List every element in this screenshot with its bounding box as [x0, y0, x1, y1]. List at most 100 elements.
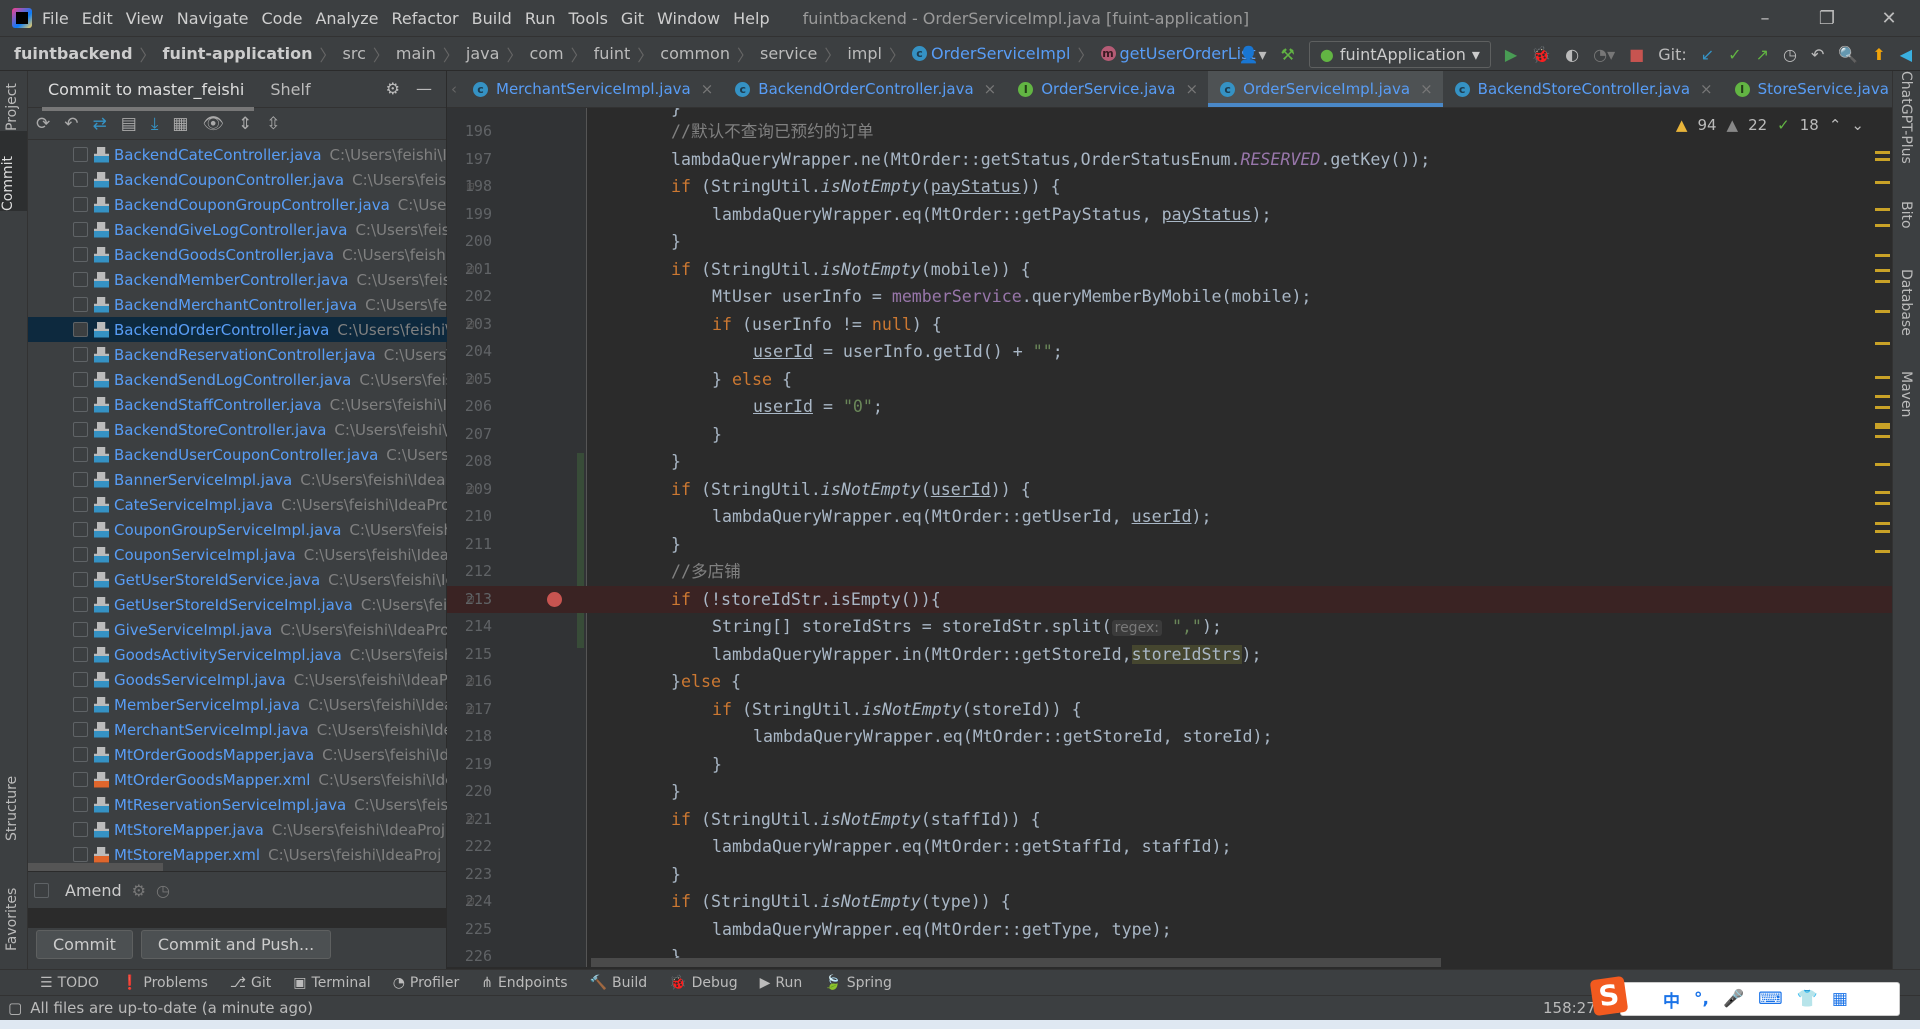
update-icon[interactable]: ⬆ [1872, 45, 1885, 64]
tool-window-debug[interactable]: 🐞 Debug [669, 975, 737, 991]
file-checkbox[interactable] [73, 222, 88, 237]
file-row[interactable]: CouponGroupServiceImpl.java C:\Users\feis… [28, 517, 447, 542]
close-tab-icon[interactable]: × [1420, 80, 1433, 98]
warning-stripe-mark[interactable] [1875, 310, 1890, 314]
warning-stripe-mark[interactable] [1875, 549, 1890, 553]
file-checkbox[interactable] [73, 822, 88, 837]
file-row[interactable]: GoodsServiceImpl.java C:\Users\feishi\Ide… [28, 667, 447, 692]
warning-stripe-mark[interactable] [1875, 426, 1890, 430]
file-checkbox[interactable] [73, 247, 88, 262]
warning-stripe-mark[interactable] [1875, 157, 1890, 161]
git-update-icon[interactable]: ↙ [1701, 45, 1714, 64]
file-checkbox[interactable] [73, 522, 88, 537]
editor-horizontal-scrollbar[interactable] [591, 958, 1441, 967]
breadcrumb-item[interactable]: getUserOrderList [1120, 44, 1256, 63]
run-configuration-select[interactable]: ● fuintApplication ▾ [1308, 41, 1491, 68]
file-checkbox[interactable] [73, 797, 88, 812]
breadcrumb-item[interactable]: fuint [594, 44, 631, 63]
warning-stripe-mark[interactable] [1875, 223, 1890, 227]
warning-stripe-mark[interactable] [1875, 181, 1890, 185]
warning-stripe-mark[interactable] [1875, 342, 1890, 346]
tool-window-git[interactable]: ⎇ Git [230, 975, 271, 991]
microphone-icon[interactable]: 🎤 [1723, 989, 1744, 1009]
warning-stripe-mark[interactable] [1875, 268, 1890, 272]
tool-structure[interactable]: Structure [4, 761, 20, 841]
coverage-icon[interactable]: ◐ [1565, 45, 1579, 64]
file-row[interactable]: BackendStoreController.java C:\Users\feis… [28, 417, 447, 442]
tool-window-run[interactable]: ▶ Run [760, 975, 803, 991]
file-checkbox[interactable] [73, 322, 88, 337]
file-checkbox[interactable] [73, 372, 88, 387]
ime-punctuation-toggle[interactable]: °, [1694, 989, 1709, 1009]
fold-icon[interactable]: ⊟ [467, 668, 474, 696]
warning-stripe-mark[interactable] [1875, 150, 1890, 154]
caret-position[interactable]: 158:27 [1543, 999, 1596, 1017]
breadcrumb-item[interactable]: OrderServiceImpl [931, 44, 1071, 63]
fold-icon[interactable]: ⊟ [467, 476, 474, 504]
build-hammer-icon[interactable]: ⚒ [1281, 45, 1295, 64]
file-checkbox[interactable] [73, 347, 88, 362]
breadcrumb-item[interactable]: com [529, 44, 563, 63]
warning-stripe-mark[interactable] [1875, 530, 1890, 534]
git-push-icon[interactable]: ↗ [1756, 45, 1769, 64]
tool-window-profiler[interactable]: ◔ Profiler [393, 975, 460, 991]
tool-maven[interactable]: Maven [1898, 371, 1914, 451]
file-checkbox[interactable] [73, 722, 88, 737]
commit-and-push-button[interactable]: Commit and Push... [140, 930, 332, 959]
file-row[interactable]: BackendUserCouponController.java C:\Users… [28, 442, 447, 467]
file-checkbox[interactable] [73, 297, 88, 312]
file-row[interactable]: MerchantServiceImpl.java C:\Users\feishi\… [28, 717, 447, 742]
file-checkbox[interactable] [73, 497, 88, 512]
warning-stripe-mark[interactable] [1875, 254, 1890, 258]
breadcrumb-item[interactable]: fuintbackend [14, 44, 133, 63]
breadcrumb-item[interactable]: fuint-application [163, 44, 313, 63]
close-tab-icon[interactable]: × [1186, 80, 1199, 98]
menu-item-file[interactable]: File [42, 9, 69, 28]
file-checkbox[interactable] [73, 272, 88, 287]
file-row[interactable]: GiveServiceImpl.java C:\Users\feishi\Idea… [28, 617, 447, 642]
menu-item-refactor[interactable]: Refactor [392, 9, 459, 28]
file-row[interactable]: BackendMerchantController.java C:\Users\f… [28, 292, 447, 317]
tool-chatgpt-plus[interactable]: ChatGPT-Plus [1898, 71, 1914, 181]
history-icon[interactable]: ◷ [1783, 45, 1797, 64]
breadcrumb-item[interactable]: main [396, 44, 436, 63]
gear-icon[interactable]: ⚙ [132, 881, 146, 900]
file-checkbox[interactable] [73, 197, 88, 212]
changelist-icon[interactable]: ▤ [121, 114, 137, 134]
run-icon[interactable]: ▶ [1505, 45, 1517, 64]
menu-item-edit[interactable]: Edit [82, 9, 113, 28]
plugin-icon[interactable]: ◀ [1900, 45, 1912, 64]
user-icon[interactable]: 👤▾ [1239, 45, 1267, 64]
tab-orderserviceimpl[interactable]: c OrderServiceImpl.java × [1208, 71, 1443, 107]
file-row[interactable]: MtStoreMapper.java C:\Users\feishi\IdeaPr… [28, 817, 447, 842]
stop-icon[interactable]: ■ [1629, 45, 1644, 64]
warning-stripe-mark[interactable] [1875, 502, 1890, 505]
file-checkbox[interactable] [73, 422, 88, 437]
expand-all-icon[interactable]: ⇕ [238, 114, 252, 134]
tab-merchantserviceimpl[interactable]: c MerchantServiceImpl.java × [461, 71, 723, 107]
tool-favorites[interactable]: Favorites [4, 871, 20, 951]
hide-icon[interactable]: — [416, 79, 432, 98]
fold-icon[interactable]: ⊟ [467, 311, 474, 339]
file-row[interactable]: BannerServiceImpl.java C:\Users\feishi\Id… [28, 467, 447, 492]
file-row[interactable]: GoodsActivityServiceImpl.java C:\Users\fe… [28, 642, 447, 667]
file-checkbox[interactable] [73, 547, 88, 562]
file-checkbox[interactable] [73, 622, 88, 637]
tool-window-problems[interactable]: ❗ Problems [121, 975, 208, 991]
file-checkbox[interactable] [73, 597, 88, 612]
close-tab-icon[interactable]: × [701, 80, 714, 98]
fold-icon[interactable]: ⊟ [467, 586, 474, 614]
warning-stripe-mark[interactable] [1875, 405, 1890, 409]
tool-project[interactable]: Project [4, 71, 20, 131]
file-row[interactable]: GetUserStoreIdService.java C:\Users\feish… [28, 567, 447, 592]
chevron-up-icon[interactable]: ⌃ [1829, 116, 1842, 134]
skin-icon[interactable]: 👕 [1797, 989, 1818, 1009]
tabs-scroll-left-icon[interactable]: ‹ [447, 71, 461, 107]
breadcrumb-item[interactable]: java [466, 44, 500, 63]
fold-icon[interactable]: ⊟ [467, 366, 474, 394]
warning-stripe-mark[interactable] [1875, 434, 1890, 438]
maximize-button[interactable]: ❐ [1796, 0, 1858, 36]
breadcrumb-item[interactable]: service [760, 44, 817, 63]
fold-icon[interactable]: ⊟ [467, 696, 474, 724]
menu-item-analyze[interactable]: Analyze [315, 9, 378, 28]
